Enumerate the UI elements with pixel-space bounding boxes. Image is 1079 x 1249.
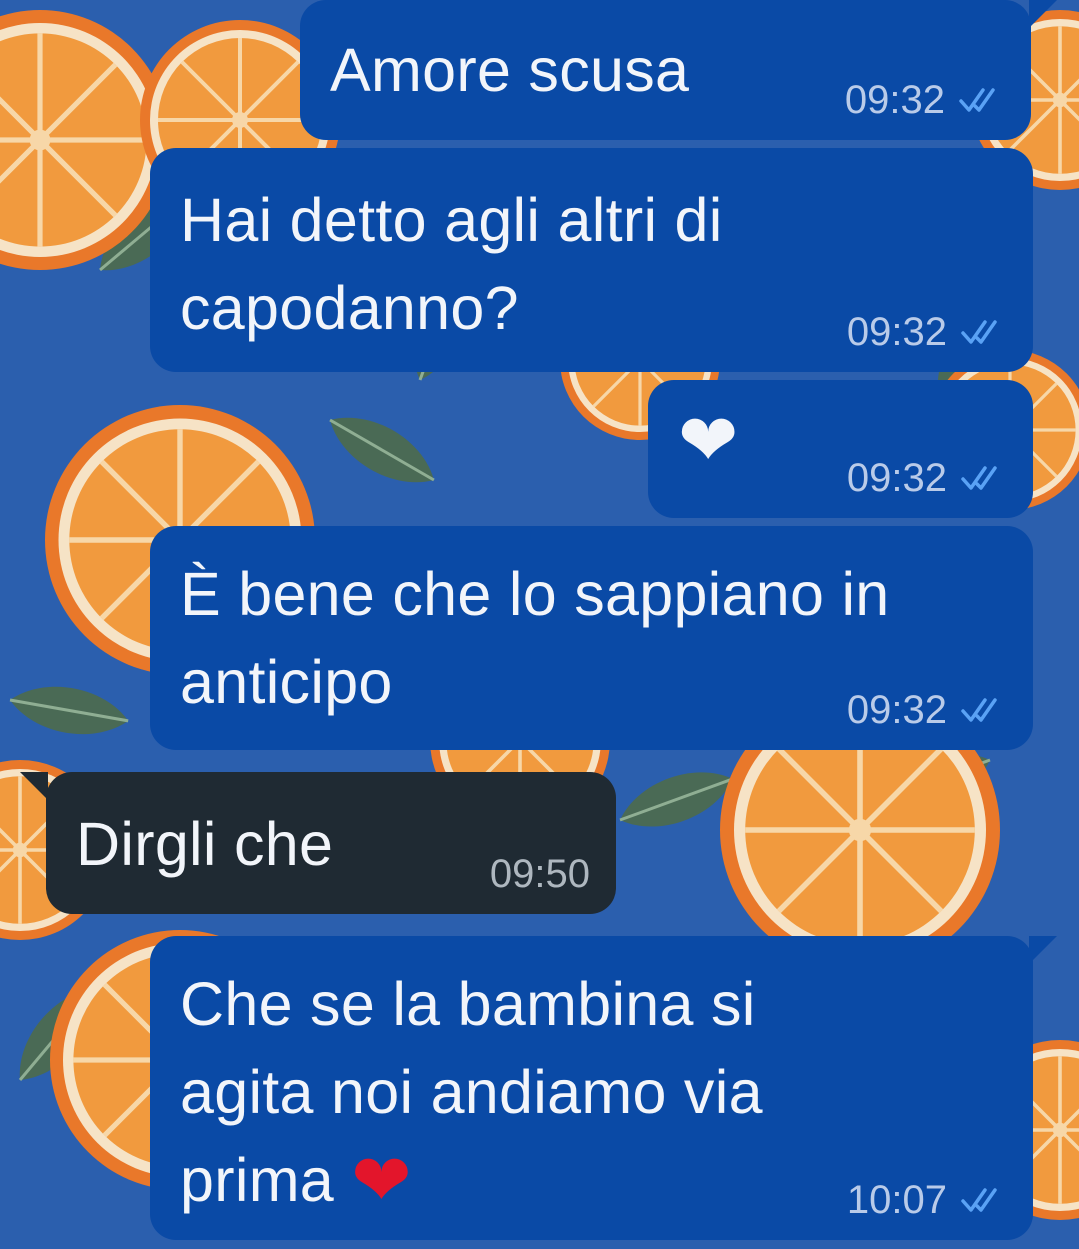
message-time: 09:32 (844, 78, 945, 122)
message-text: Hai detto agli altri di capodanno? (180, 186, 723, 342)
double-check-icon (959, 88, 995, 112)
message-bubble-outgoing[interactable]: Amore scusa 09:32 (300, 0, 1031, 140)
bubble-tail (1029, 0, 1057, 28)
message-meta: 09:32 (847, 458, 1007, 498)
heart-emoji-icon: ❤ (351, 1138, 412, 1222)
message-time: 09:32 (846, 456, 947, 500)
message-bubble-outgoing[interactable]: Hai detto agli altri di capodanno? 09:32 (150, 148, 1033, 372)
bubble-tail (20, 772, 48, 800)
message-meta: 10:07 (847, 1180, 1007, 1220)
message-text: Che se la bambina si agita noi andiamo v… (180, 960, 883, 1224)
bubble-tail (1029, 936, 1057, 964)
message-meta: 09:32 (845, 80, 1005, 120)
message-meta: 09:32 (847, 312, 1007, 352)
message-meta: 09:32 (847, 690, 1007, 730)
message-bubble-outgoing[interactable]: È bene che lo sappiano in anticipo 09:32 (150, 526, 1033, 750)
double-check-icon (961, 320, 997, 344)
message-time: 10:07 (846, 1178, 947, 1222)
message-bubble-outgoing[interactable]: ❤ 09:32 (648, 380, 1033, 518)
message-meta: 09:50 (490, 854, 590, 894)
message-bubble-incoming[interactable]: Dirgli che 09:50 (46, 772, 616, 914)
message-bubble-outgoing[interactable]: Che se la bambina si agita noi andiamo v… (150, 936, 1033, 1240)
message-time: 09:32 (846, 688, 947, 732)
double-check-icon (961, 698, 997, 722)
double-check-icon (961, 1188, 997, 1212)
message-text-body: Che se la bambina si agita noi andiamo v… (180, 970, 763, 1214)
double-check-icon (961, 466, 997, 490)
message-time: 09:50 (489, 852, 590, 896)
message-time: 09:32 (846, 310, 947, 354)
